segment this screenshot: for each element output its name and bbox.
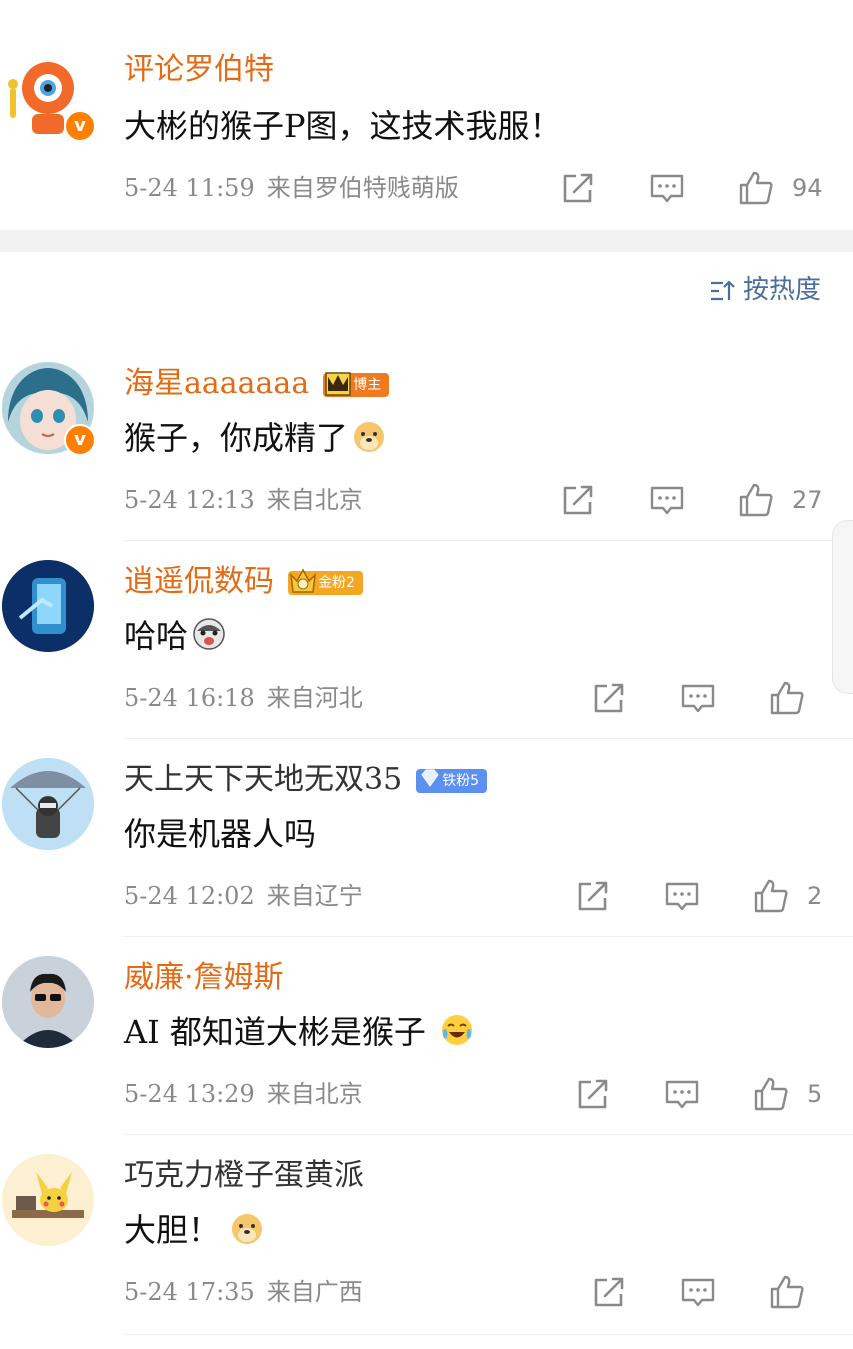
commenter-name-text: 逍遥侃数码 [124, 564, 274, 599]
comment-meta: 5-24 12:13 来自北京 [124, 484, 375, 516]
comment-item: 巧克力橙子蛋黄派 大胆！ 5-24 17:35 来自广西 [0, 1152, 853, 1337]
comment-meta: 5-24 11:59 来自罗伯特贱萌版 [124, 172, 471, 204]
share-icon[interactable] [575, 1076, 611, 1112]
comment-time: 5-24 13:29 [124, 1080, 255, 1108]
like-icon[interactable] [753, 878, 789, 914]
like-icon[interactable] [769, 680, 805, 716]
comment-time: 5-24 12:02 [124, 882, 255, 910]
comment-time: 5-24 12:13 [124, 486, 255, 514]
divider [124, 1134, 853, 1135]
sort-icon [710, 280, 735, 301]
tech-avatar-icon [2, 560, 94, 652]
sort-toggle[interactable]: 按热度 [709, 270, 821, 310]
badge-label: 铁粉5 [442, 773, 480, 789]
like-count: 27 [792, 486, 823, 514]
like-icon[interactable] [738, 170, 774, 206]
comment-text-content: AI 都知道大彬是猴子 [124, 1013, 426, 1051]
verified-badge-icon: v [64, 110, 96, 142]
comment-item: 威廉·詹姆斯 AI 都知道大彬是猴子 5-24 13:29 来自北京 5 [0, 954, 853, 1134]
comment-icon[interactable] [680, 680, 716, 716]
comment-icon[interactable] [664, 1076, 700, 1112]
comment-time: 5-24 17:35 [124, 1278, 255, 1306]
commenter-name[interactable]: 评论罗伯特 [124, 50, 274, 90]
comment-text-content: 哈哈 [124, 617, 189, 655]
comment-text: 大胆！ [124, 1210, 264, 1250]
laugh-cry-emoji-icon [441, 1015, 472, 1045]
comment-text: 大彬的猴子P图，这技术我服！ [124, 107, 562, 145]
comment-text: 哈哈 [124, 616, 226, 656]
badge-label: 金粉2 [318, 575, 355, 591]
comment-text: 猴子，你成精了 [124, 418, 386, 458]
comment-text-content: 大胆！ [124, 1211, 221, 1249]
comment-item: 逍遥侃数码 金粉2 哈哈 5-24 16:18 来自河北 [0, 558, 853, 738]
comment-item: v 海星aaaaaaa 博主 猴子，你成精了 5-24 12:13 来自北京 27 [0, 360, 853, 540]
comment-source: 来自辽宁 [266, 882, 363, 910]
comment-text: AI 都知道大彬是猴子 [124, 1012, 474, 1052]
diamond-icon [421, 769, 439, 787]
comment-meta: 5-24 16:18 来自河北 [124, 682, 375, 714]
like-icon[interactable] [738, 482, 774, 518]
commenter-name[interactable]: 海星aaaaaaa 博主 [124, 364, 390, 404]
avatar[interactable] [2, 1154, 94, 1246]
share-icon[interactable] [575, 878, 611, 914]
commenter-name-text: 海星aaaaaaa [124, 366, 310, 401]
like-icon[interactable] [769, 1274, 805, 1310]
crown-icon [325, 372, 351, 396]
comment-item: 天上天下天地无双35 铁粉5 你是机器人吗 5-24 12:02 来自辽宁 2 [0, 756, 853, 936]
gold-crown-icon [290, 568, 316, 593]
like-count: 2 [807, 882, 823, 910]
comment-icon[interactable] [680, 1274, 716, 1310]
comment-source: 来自罗伯特贱萌版 [266, 174, 459, 202]
comment-source: 来自北京 [266, 486, 363, 514]
share-icon[interactable] [560, 482, 596, 518]
share-icon[interactable] [560, 170, 596, 206]
comment-source: 来自北京 [266, 1080, 363, 1108]
comment-time: 5-24 16:18 [124, 684, 255, 712]
commenter-name[interactable]: 逍遥侃数码 金粉2 [124, 562, 363, 602]
comment-icon[interactable] [649, 482, 685, 518]
sort-label: 按热度 [742, 275, 821, 305]
commenter-name[interactable]: 天上天下天地无双35 铁粉5 [124, 760, 488, 800]
comment-icon[interactable] [664, 878, 700, 914]
share-icon[interactable] [591, 1274, 627, 1310]
comment-text-content: 猴子，你成精了 [124, 419, 349, 457]
doge-emoji-icon [232, 1214, 263, 1244]
man-avatar-icon [2, 956, 94, 1048]
comment-meta: 5-24 12:02 来自辽宁 [124, 880, 375, 912]
share-icon[interactable] [591, 680, 627, 716]
comment-text: 你是机器人吗 [124, 815, 317, 853]
avatar[interactable] [2, 560, 94, 652]
like-icon[interactable] [753, 1076, 789, 1112]
commenter-name-text: 天上天下天地无双35 [124, 762, 403, 797]
divider [124, 540, 853, 541]
badge-label: 博主 [353, 377, 382, 393]
like-count: 94 [792, 174, 823, 202]
divider [124, 936, 853, 937]
doge-emoji-icon [354, 422, 385, 452]
scroll-handle[interactable] [832, 520, 853, 694]
parachute-avatar-icon [2, 758, 94, 850]
avatar[interactable] [2, 956, 94, 1048]
comment-time: 5-24 11:59 [124, 174, 255, 202]
commenter-name[interactable]: 巧克力橙子蛋黄派 [124, 1156, 364, 1196]
comment-meta: 5-24 17:35 来自广西 [124, 1276, 375, 1308]
divider [124, 738, 853, 739]
section-separator [0, 230, 853, 252]
top-comment: v 评论罗伯特 大彬的猴子P图，这技术我服！ 5-24 11:59 来自罗伯特贱萌… [0, 0, 853, 230]
verified-badge-icon: v [64, 424, 96, 456]
pikachu-avatar-icon [2, 1154, 94, 1246]
comment-source: 来自河北 [266, 684, 363, 712]
avatar[interactable] [2, 758, 94, 850]
divider [124, 1334, 853, 1335]
commenter-name[interactable]: 威廉·詹姆斯 [124, 958, 284, 998]
comment-meta: 5-24 13:29 来自北京 [124, 1078, 375, 1110]
blogger-badge: 博主 [323, 372, 390, 397]
comment-icon[interactable] [649, 170, 685, 206]
comment-source: 来自广西 [266, 1278, 363, 1306]
fan-level-badge: 铁粉5 [416, 769, 488, 793]
like-count: 5 [807, 1080, 823, 1108]
fan-level-badge: 金粉2 [288, 568, 363, 595]
husky-emoji-icon [193, 618, 225, 650]
